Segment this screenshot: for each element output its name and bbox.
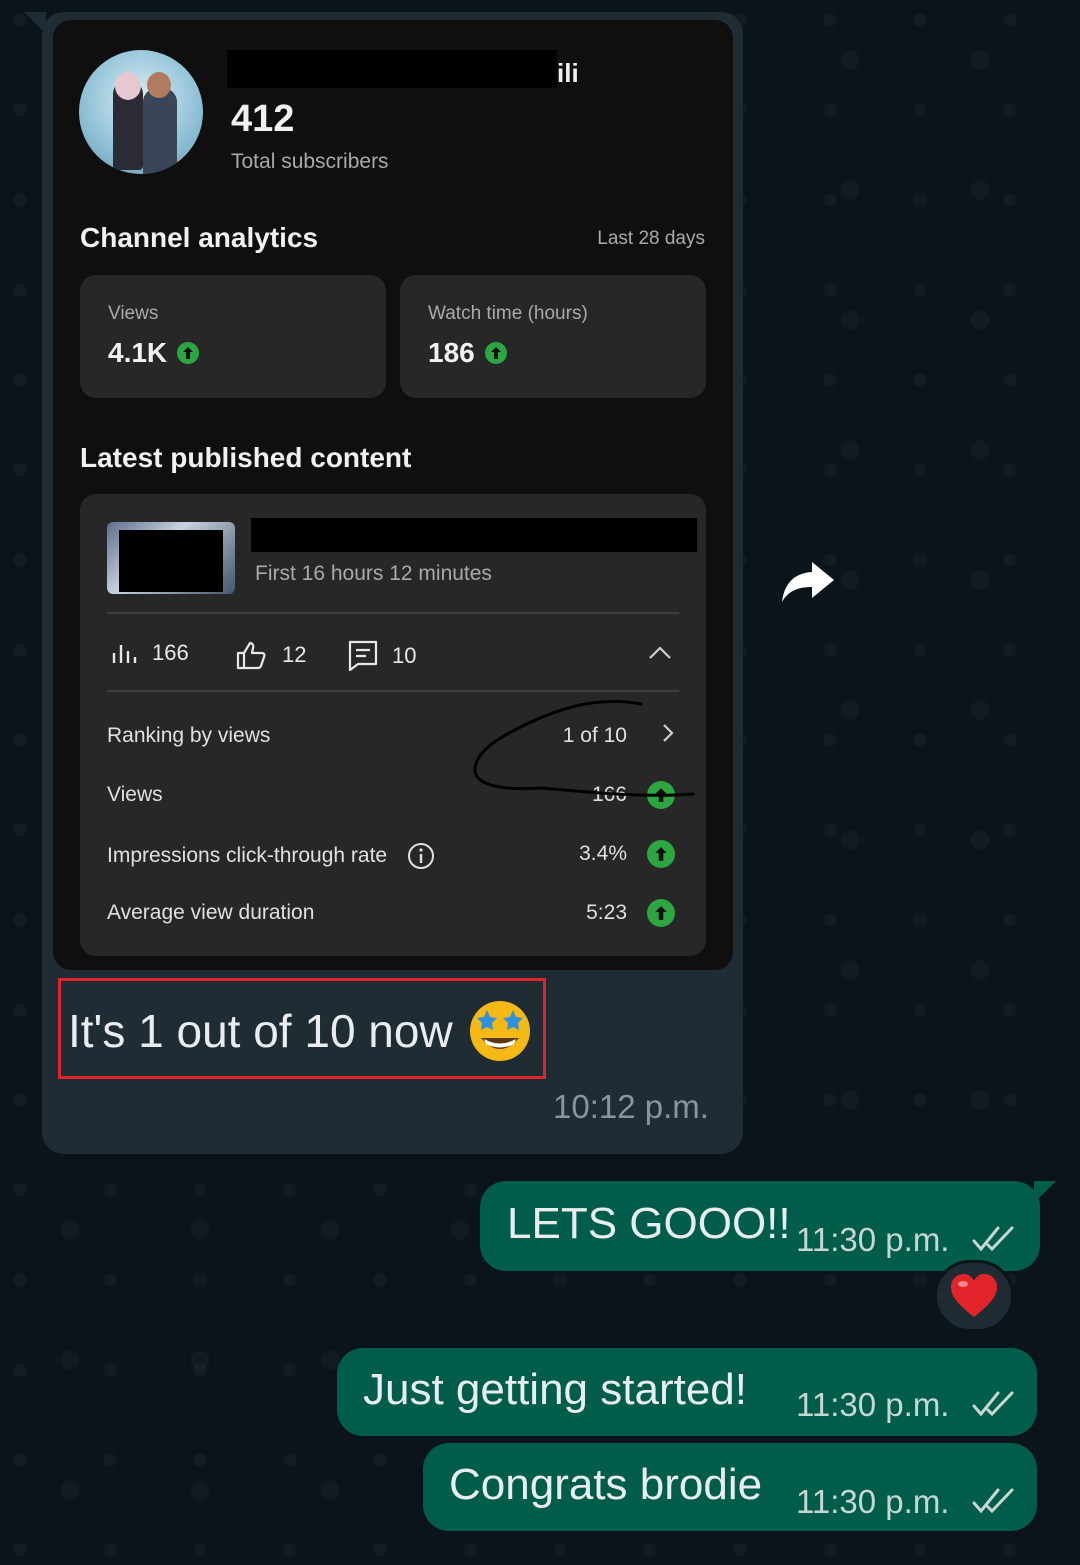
outgoing-timestamp: 11:30 p.m. [796, 1386, 950, 1423]
views-row-label: Views [107, 783, 163, 806]
up-arrow-icon [484, 342, 507, 364]
latest-content-title: Latest published content [80, 442, 412, 473]
up-arrow-icon [647, 899, 675, 927]
thumbs-up-icon [236, 641, 266, 670]
double-check-icon [972, 1488, 1014, 1514]
channel-name-suffix: ili [557, 58, 579, 88]
shared-screenshot-image[interactable]: ili 412 Total subscribers Channel analyt… [53, 20, 733, 970]
red-heart-icon [951, 1274, 997, 1317]
divider [107, 612, 679, 614]
channel-avatar [79, 50, 203, 174]
outgoing-message-bubble[interactable]: Congrats brodie 11:30 p.m. [423, 1443, 1037, 1531]
stat-views: 166 [112, 640, 189, 666]
stat-comments-value: 10 [392, 643, 417, 668]
subscriber-count: 412 [231, 98, 295, 140]
outgoing-message-text: Just getting started! [363, 1365, 747, 1414]
ctr-value: 3.4% [579, 842, 627, 865]
subscriber-label: Total subscribers [231, 150, 389, 173]
bar-chart-icon [112, 645, 137, 663]
outgoing-message-text: LETS GOOO!! [507, 1199, 791, 1248]
outgoing-timestamp: 11:30 p.m. [796, 1221, 950, 1258]
outgoing-message-bubble[interactable]: LETS GOOO!! 11:30 p.m. [480, 1181, 1040, 1271]
redacted-channel-name [227, 50, 557, 88]
views-card[interactable]: Views 4.1K [80, 275, 386, 398]
incoming-message-text: It's 1 out of 10 now [68, 998, 533, 1064]
analytics-title: Channel analytics [80, 222, 319, 253]
views-card-value: 4.1K [108, 337, 168, 368]
forward-icon[interactable] [780, 560, 836, 604]
video-thumbnail[interactable] [107, 522, 235, 594]
watch-time-card-value: 186 [428, 337, 475, 368]
incoming-message-label: It's 1 out of 10 now [68, 1005, 453, 1057]
video-timeframe: First 16 hours 12 minutes [255, 562, 492, 585]
up-arrow-icon [177, 342, 200, 364]
outgoing-timestamp: 11:30 p.m. [796, 1483, 950, 1520]
reaction-badge[interactable] [934, 1260, 1014, 1332]
chevron-up-icon[interactable] [648, 644, 672, 660]
double-check-icon [972, 1391, 1014, 1417]
redacted-video-title [251, 518, 697, 552]
watch-time-card-label: Watch time (hours) [428, 303, 588, 324]
divider [107, 690, 679, 692]
ctr-label: Impressions click-through rate [107, 844, 388, 867]
double-check-icon [972, 1226, 1014, 1252]
up-arrow-icon [647, 840, 675, 868]
stat-comments: 10 [348, 640, 416, 672]
handwritten-scribble [473, 700, 695, 797]
incoming-timestamp: 10:12 p.m. [553, 1088, 709, 1125]
stat-likes-value: 12 [282, 642, 307, 667]
comment-icon [348, 640, 378, 672]
views-card-label: Views [108, 303, 159, 324]
outgoing-message-text: Congrats brodie [449, 1460, 763, 1509]
avg-duration-value: 5:23 [586, 901, 627, 924]
watch-time-card[interactable]: Watch time (hours) 186 [400, 275, 706, 398]
stat-likes: 12 [236, 640, 306, 670]
avg-duration-row: Average view duration 5:23 [107, 893, 679, 933]
stat-views-value: 166 [152, 640, 189, 665]
ctr-row: Impressions click-through rate 3.4% [107, 834, 679, 874]
info-icon[interactable] [407, 842, 435, 870]
ranking-label: Ranking by views [107, 724, 271, 747]
star-struck-emoji-icon [469, 1001, 530, 1061]
outgoing-message-bubble[interactable]: Just getting started! 11:30 p.m. [337, 1348, 1037, 1436]
analytics-period: Last 28 days [597, 228, 705, 249]
avg-duration-label: Average view duration [107, 901, 315, 924]
